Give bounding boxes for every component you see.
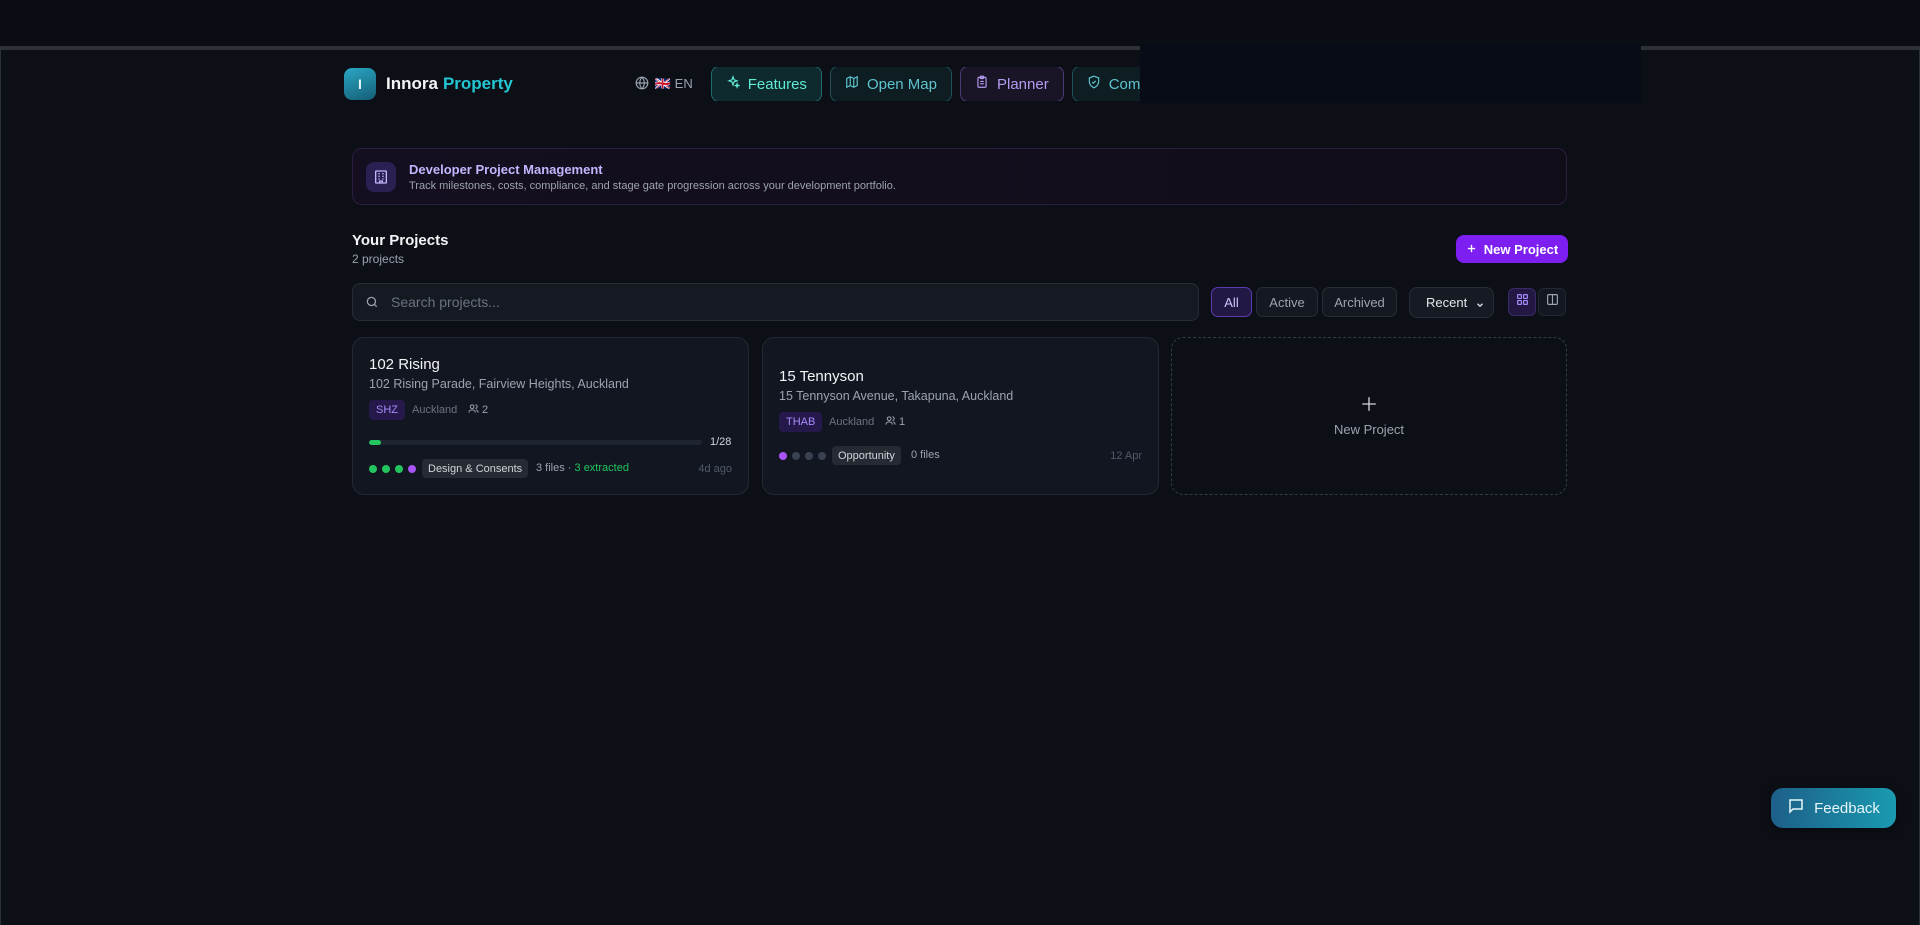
language-switcher[interactable]: 🇬🇧 EN (635, 76, 693, 93)
projects-title: Your Projects (352, 232, 449, 249)
features-label: Features (747, 75, 807, 93)
progress-label: 1/28 (710, 436, 732, 448)
sparkles-icon (726, 74, 741, 93)
stage-dot (792, 452, 800, 460)
stage-badge: Opportunity (832, 446, 901, 465)
users-icon (468, 403, 479, 417)
globe-icon (635, 76, 649, 93)
stage-dot (369, 465, 377, 473)
progress-bar-fill (369, 440, 381, 445)
progress-bar (369, 440, 702, 445)
filter-all[interactable]: All (1211, 287, 1252, 317)
members-count: 2 (468, 403, 488, 417)
compliance-label: Complia (1108, 75, 1144, 93)
top-nav: I Innora Property 🇬🇧 EN Features Open Ma… (344, 67, 1144, 101)
sort-select[interactable]: Recent (1409, 287, 1494, 318)
open-map-label: Open Map (866, 75, 937, 93)
project-city: Auckland (829, 416, 875, 428)
brand-name-accent[interactable]: Property (443, 74, 513, 94)
banner-title: Developer Project Management (409, 161, 603, 177)
chevron-down-icon (1475, 298, 1485, 313)
sort-value: Recent (1426, 295, 1468, 310)
features-button[interactable]: Features (710, 67, 822, 101)
stage-dots (369, 465, 416, 473)
stage-dot (805, 452, 813, 460)
project-date: 4d ago (698, 463, 732, 475)
split-view-toggle[interactable] (1538, 288, 1566, 316)
project-address: 102 Rising Parade, Fairview Heights, Auc… (369, 377, 629, 391)
grid-icon (1516, 293, 1529, 311)
files-count: 3 files · (536, 462, 575, 474)
stage-dot (818, 452, 826, 460)
stage-badge: Design & Consents (422, 459, 529, 478)
building-icon (366, 161, 396, 192)
feedback-label: Feedback (1814, 799, 1880, 817)
language-label: 🇬🇧 EN (654, 76, 693, 91)
files-info: 0 files (911, 449, 940, 461)
projects-count: 2 projects (352, 252, 405, 266)
filter-archived[interactable]: Archived (1322, 287, 1397, 317)
new-project-card[interactable]: New Project (1171, 337, 1567, 495)
logo-tile[interactable]: I (344, 68, 376, 100)
compliance-button[interactable]: Complia (1071, 67, 1144, 101)
new-project-button[interactable]: New Project (1456, 235, 1568, 263)
stage-dot (382, 465, 390, 473)
search-input[interactable] (389, 293, 1173, 311)
zone-tag: SHZ (369, 400, 405, 420)
map-icon (845, 75, 859, 93)
project-card[interactable]: 15 Tennyson 15 Tennyson Avenue, Takapuna… (762, 337, 1159, 495)
stage-dots (779, 452, 826, 460)
project-date: 12 Apr (1110, 450, 1142, 462)
stage-dot (779, 452, 787, 460)
planner-label: Planner (996, 75, 1049, 93)
project-name: 102 Rising (369, 356, 440, 373)
open-map-button[interactable]: Open Map (829, 67, 952, 101)
members-value: 1 (899, 416, 906, 428)
frame-edge-left (0, 50, 1, 925)
clipboard-icon (975, 75, 989, 93)
filter-active[interactable]: Active (1256, 287, 1318, 317)
browser-top-band (0, 0, 1920, 50)
stage-dot (408, 465, 416, 473)
project-name: 15 Tennyson (779, 368, 864, 385)
new-project-card-label: New Project (1333, 422, 1405, 437)
new-project-label: New Project (1483, 241, 1559, 257)
columns-icon (1546, 293, 1559, 311)
project-card[interactable]: 102 Rising 102 Rising Parade, Fairview H… (352, 337, 749, 495)
members-value: 2 (482, 404, 489, 416)
brand-name[interactable]: Innora (386, 74, 438, 94)
shield-icon (1087, 75, 1101, 93)
planner-button[interactable]: Planner (959, 67, 1064, 101)
message-icon (1787, 797, 1805, 819)
grid-view-toggle[interactable] (1508, 288, 1536, 316)
project-city: Auckland (412, 404, 458, 416)
search-icon (365, 295, 379, 309)
feedback-button[interactable]: Feedback (1771, 788, 1896, 828)
plus-icon (1360, 395, 1378, 418)
users-icon (885, 415, 896, 429)
overlay-panel (1140, 44, 1641, 103)
project-address: 15 Tennyson Avenue, Takapuna, Auckland (779, 389, 1014, 403)
members-count: 1 (885, 415, 905, 429)
plus-icon (1466, 242, 1477, 257)
info-banner: Developer Project Management Track miles… (352, 148, 1567, 205)
banner-subtitle: Track milestones, costs, compliance, and… (409, 179, 896, 192)
zone-tag: THAB (779, 412, 823, 432)
stage-dot (395, 465, 403, 473)
files-info: 3 files · 3 extracted (536, 462, 629, 474)
search-box (352, 283, 1199, 321)
extracted-count: 3 extracted (574, 462, 629, 474)
